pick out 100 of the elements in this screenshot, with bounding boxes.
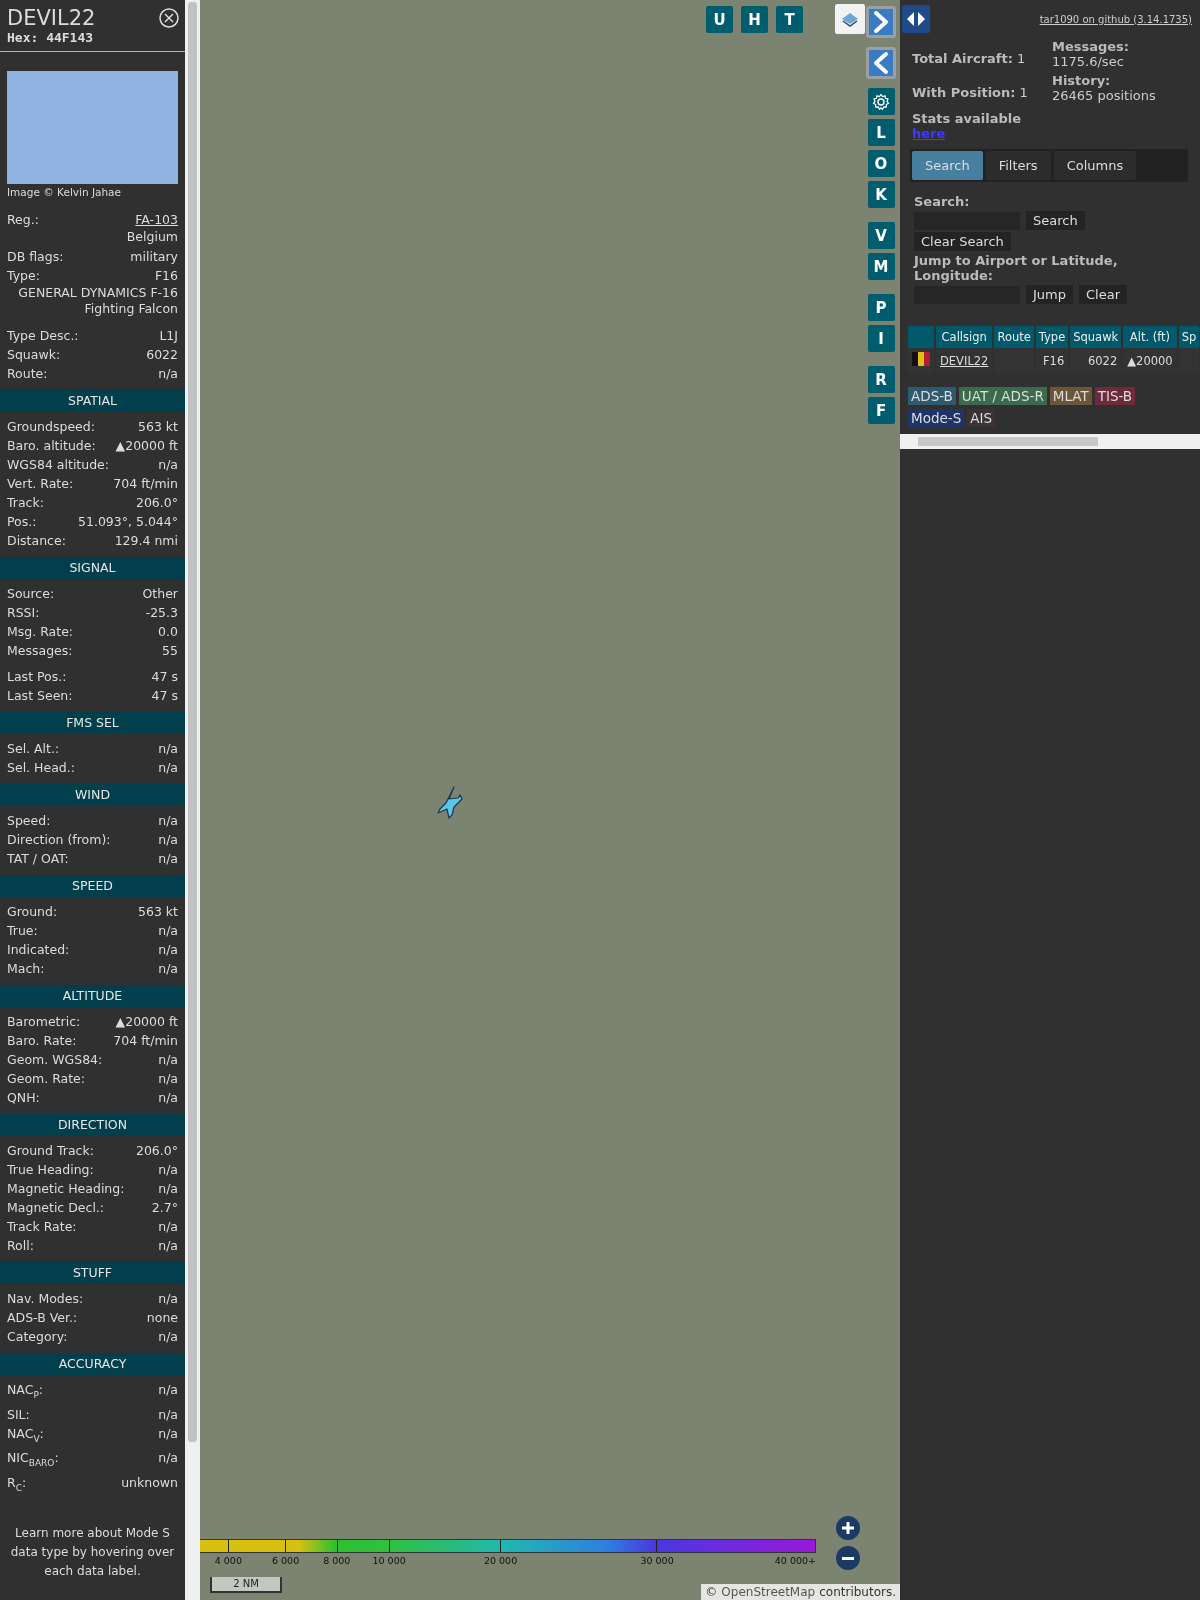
photo-credit: Image © Kelvin Jahae [6, 185, 122, 200]
attribution-text: contributors. [819, 1585, 896, 1599]
column-header[interactable]: Route [994, 326, 1034, 348]
stat-value: 26465 positions [1052, 88, 1156, 103]
scale-bar: 2 NM [210, 1577, 282, 1593]
stat-label: Total Aircraft: [912, 50, 1013, 66]
section-header: WIND [0, 784, 185, 806]
settings-button[interactable] [867, 88, 895, 115]
info-value: n/a [158, 759, 178, 777]
source-tag: ADS-B [908, 387, 956, 405]
map-toggle-button[interactable]: V [867, 222, 895, 249]
info-value: military [130, 248, 178, 266]
map-toggle-button[interactable]: K [867, 181, 895, 208]
info-value: n/a [158, 960, 178, 978]
clear-button[interactable]: Clear [1079, 285, 1127, 304]
expand-button[interactable] [866, 6, 896, 38]
altitude-label: 20 000 [483, 1555, 518, 1566]
altitude-label: 10 000 [372, 1555, 406, 1566]
info-value: 47 s [151, 687, 178, 705]
column-header [908, 326, 934, 348]
column-header[interactable]: Callsign [936, 326, 993, 348]
map-toggle-button[interactable]: R [867, 366, 895, 393]
info-label: Sel. Alt.: [7, 740, 60, 758]
info-label: Track: [7, 494, 44, 512]
map-toggle-button[interactable]: U [706, 6, 733, 33]
stat-value: 1 [1016, 50, 1026, 66]
info-value: n/a [158, 850, 178, 868]
map-toggle-button[interactable]: O [867, 150, 895, 177]
help-text: Learn more about Mode S data type by hovering over each data label. [9, 1525, 176, 1580]
source-tag: MLAT [1049, 387, 1092, 405]
altitude-label: 4 000 [214, 1555, 242, 1566]
info-value: Other [142, 585, 178, 603]
info-label: Type Desc.: [7, 327, 79, 345]
info-label: ADS-B Ver.: [7, 1309, 78, 1327]
stat-value: 1 [1019, 84, 1028, 100]
info-value: Belgium [126, 229, 178, 245]
info-value: n/a [158, 1381, 178, 1399]
map-toggle-button[interactable]: H [741, 6, 768, 33]
info-value: n/a [158, 941, 178, 959]
info-label: Distance: [7, 532, 66, 550]
info-label: DB flags: [7, 248, 64, 266]
collapse-button[interactable] [866, 47, 896, 79]
info-label: Track Rate: [7, 1218, 77, 1236]
info-value: 563 kt [138, 903, 178, 921]
info-label: Baro. altitude: [7, 437, 96, 455]
map-toggle-button[interactable]: T [776, 6, 803, 33]
column-header[interactable]: Squawk [1070, 326, 1122, 348]
info-label: Mach: [7, 960, 45, 978]
info-value: n/a [158, 1218, 178, 1236]
map-toggle-button[interactable]: L [867, 119, 895, 146]
info-value: 2.7° [151, 1199, 178, 1217]
map-toggle-button[interactable]: F [867, 397, 895, 424]
altitude-label: 30 000 [640, 1555, 674, 1566]
close-button[interactable] [159, 8, 179, 28]
column-header[interactable]: Type [1035, 326, 1069, 348]
section-header: SIGNAL [0, 557, 185, 579]
plus-icon [842, 1522, 854, 1534]
map-tile[interactable]: U H T L O K V M P I R F 4 000 6 000 8 000 10 000 20 000 30 000 40 000+ 2 NM © OpenStreetMap contributors. [200, 0, 900, 1600]
map-toggle-button[interactable]: I [867, 325, 895, 352]
zoom-out-button[interactable] [836, 1546, 860, 1570]
column-header[interactable]: Sp [1178, 326, 1200, 348]
stat-label: History: [1052, 73, 1111, 88]
hex-code: Hex: 44F143 [7, 30, 95, 45]
jump-button[interactable]: Jump [1026, 285, 1073, 304]
tab[interactable]: Columns [1053, 151, 1137, 180]
scrollbar[interactable] [185, 0, 200, 1600]
info-label: Direction (from): [7, 831, 111, 849]
info-value: n/a [158, 1089, 178, 1107]
section-header: SPATIAL [0, 390, 185, 412]
map-toggle-button[interactable]: M [867, 253, 895, 280]
panel-toggle-button[interactable] [902, 5, 930, 33]
tab[interactable]: Filters [985, 151, 1051, 180]
zoom-in-button[interactable] [836, 1516, 860, 1540]
info-value: 51.093°, 5.044° [78, 513, 178, 531]
info-value: n/a [158, 456, 178, 474]
info-value: L1J [159, 327, 178, 345]
info-value: n/a [158, 831, 178, 849]
info-value: n/a [158, 922, 178, 940]
altitude-label: 40 000+ [774, 1555, 816, 1566]
info-value: n/a [158, 365, 178, 383]
layers-icon [840, 10, 860, 28]
info-value: n/a [158, 1070, 178, 1088]
scrollbar[interactable] [900, 434, 1200, 449]
map-toggle-button[interactable]: P [867, 294, 895, 321]
layers-button[interactable] [835, 4, 865, 34]
field-label: Search: [914, 194, 971, 209]
section-header: STUFF [0, 1262, 185, 1284]
table-row[interactable]: DEVIL22 F16 6022 ▲20000 [908, 348, 1200, 373]
info-value: n/a [158, 1328, 178, 1346]
section-header: ACCURACY [0, 1353, 185, 1375]
stats-text: Stats available [912, 111, 1023, 126]
callsign-link[interactable]: DEVIL22 [940, 353, 989, 368]
clear-search-button[interactable]: Clear Search [914, 232, 1011, 251]
attribution-link[interactable]: OpenStreetMap [721, 1585, 816, 1599]
column-header[interactable]: Alt. (ft) [1123, 326, 1177, 348]
info-label: TAT / OAT: [7, 850, 69, 868]
registration-link[interactable]: FA-103 [135, 210, 178, 229]
info-label: Ground Track: [7, 1142, 94, 1160]
github-link[interactable]: tar1090 on github (3.14.1735) [1039, 13, 1192, 25]
search-button[interactable]: Search [1026, 211, 1085, 230]
